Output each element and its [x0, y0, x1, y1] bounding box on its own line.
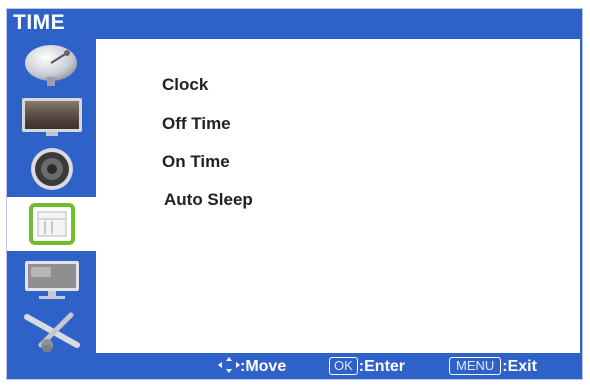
- menu-content-panel: Clock Off Time On Time Auto Sleep: [96, 39, 580, 353]
- picture-icon: [22, 98, 82, 136]
- sidebar-item-tools[interactable]: [17, 307, 87, 355]
- menu-key: MENU: [449, 357, 502, 375]
- sidebar-item-channel[interactable]: [17, 41, 87, 89]
- monitor-setup-icon: [25, 261, 79, 299]
- sidebar-item-sound[interactable]: [17, 145, 87, 193]
- move-label: :Move: [240, 358, 287, 375]
- menu-title: TIME: [13, 11, 66, 34]
- clock-calendar-icon: [28, 203, 75, 245]
- enter-label: :Enter: [358, 358, 406, 375]
- menu-item-off-time[interactable]: Off Time: [162, 114, 231, 134]
- dpad-arrows-icon: [218, 357, 240, 373]
- sidebar-item-picture[interactable]: [17, 93, 87, 141]
- tools-icon: [24, 312, 80, 352]
- sidebar-item-time[interactable]: [7, 197, 96, 251]
- time-menu-window: TIME Clock Off Time On Time Auto Sleep:…: [6, 8, 583, 380]
- satellite-dish-icon: [25, 45, 77, 86]
- sidebar-item-setup[interactable]: [17, 255, 87, 303]
- footer-hints-bar: :Move OK:Enter MENU:Exit: [7, 353, 582, 379]
- exit-label: :Exit: [502, 358, 537, 375]
- enter-hint: OK:Enter: [329, 357, 405, 376]
- exit-hint: MENU:Exit: [449, 357, 537, 376]
- ok-key: OK: [329, 357, 358, 375]
- speaker-icon: [31, 148, 73, 190]
- title-bar: TIME: [7, 9, 582, 39]
- move-hint: :Move: [218, 357, 286, 376]
- menu-item-clock[interactable]: Clock: [162, 75, 208, 95]
- category-sidebar: [7, 39, 96, 353]
- menu-item-auto-sleep[interactable]: Auto Sleep: [164, 190, 253, 210]
- menu-item-on-time[interactable]: On Time: [162, 152, 230, 172]
